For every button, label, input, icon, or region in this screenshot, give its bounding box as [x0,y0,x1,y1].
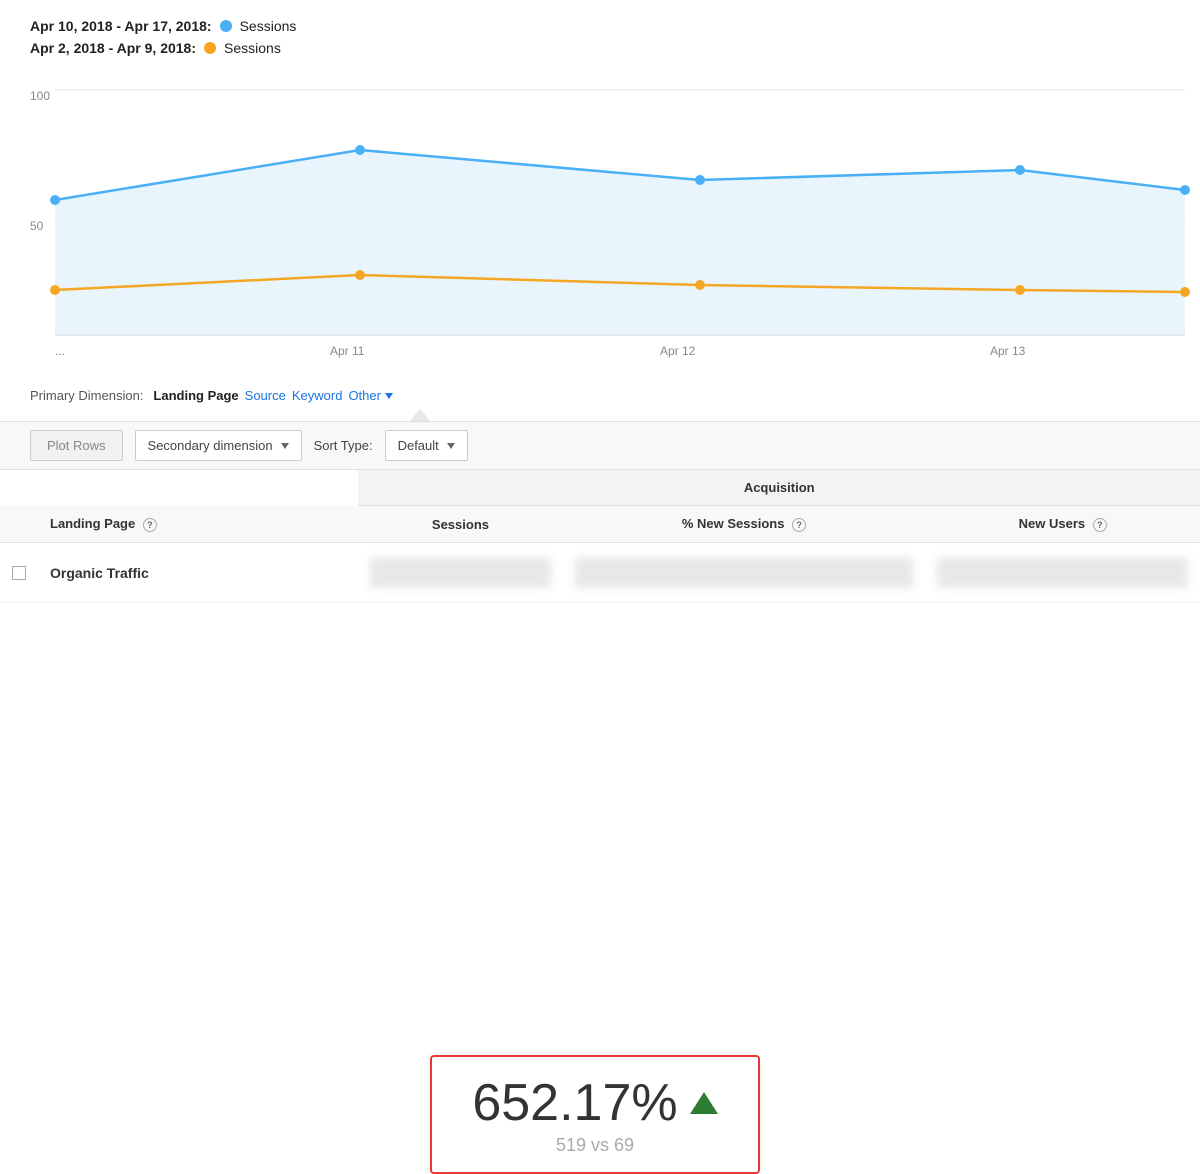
legend-dot-1 [220,20,232,32]
other-dropdown[interactable]: Other [348,388,393,403]
tooltip-sub: 519 vs 69 [556,1135,634,1156]
new-users-help-icon[interactable]: ? [1093,518,1107,532]
new-users-blurred [937,557,1188,588]
legend: Apr 10, 2018 - Apr 17, 2018: Sessions Ap… [0,0,1200,70]
blue-dot-4 [1015,165,1025,175]
row-checkbox[interactable] [12,566,26,580]
legend-dot-2 [204,42,216,54]
secondary-dimension-label: Secondary dimension [148,438,273,453]
x-label-apr13: Apr 13 [990,344,1026,358]
sessions-header: Sessions [358,506,562,543]
triangle-pointer-icon [410,409,430,421]
x-label-apr12: Apr 12 [660,344,696,358]
legend-label-2: Sessions [224,40,281,56]
legend-date-1: Apr 10, 2018 - Apr 17, 2018: [30,18,212,34]
sessions-blurred [370,557,550,588]
row-checkbox-cell[interactable] [0,543,38,603]
landing-page-help-icon[interactable]: ? [143,518,157,532]
legend-label-1: Sessions [240,18,297,34]
legend-row-1: Apr 10, 2018 - Apr 17, 2018: Sessions [30,18,1170,34]
orange-dot-5 [1180,287,1190,297]
sessions-cell [358,543,562,603]
primary-dimension-label: Primary Dimension: [30,388,143,403]
orange-dot-4 [1015,285,1025,295]
keyword-link[interactable]: Keyword [292,388,343,403]
new-users-cell [925,543,1200,603]
secondary-dimension-select[interactable]: Secondary dimension [135,430,302,461]
x-label-dots: ... [55,344,65,358]
secondary-dim-arrow-icon [281,443,289,449]
orange-dot-3 [695,280,705,290]
legend-date-2: Apr 2, 2018 - Apr 9, 2018: [30,40,196,56]
tooltip-value: 652.17% [472,1077,677,1129]
sort-dropdown-arrow-icon [447,443,455,449]
tooltip-up-arrow-icon [690,1092,718,1114]
checkbox-header [0,506,38,543]
data-table: Acquisition Landing Page ? Sessions % Ne… [0,470,1200,603]
toolbar: Plot Rows Secondary dimension Sort Type:… [0,421,1200,470]
x-label-apr11: Apr 11 [330,344,365,358]
other-dropdown-arrow-icon [385,393,393,399]
orange-dot-1 [50,285,60,295]
tooltip-overlay: 652.17% 519 vs 69 [430,1055,760,1174]
table-row: Organic Traffic [0,543,1200,603]
line-chart: 100 50 ... Apr 11 Apr 12 Apr 13 [0,70,1200,370]
landing-page-cell: Organic Traffic [38,543,358,603]
tooltip-main: 652.17% [472,1077,717,1129]
blue-dot-2 [355,145,365,155]
legend-row-2: Apr 2, 2018 - Apr 9, 2018: Sessions [30,40,1170,56]
landing-page-header: Landing Page ? [38,506,358,543]
blue-dot-5 [1180,185,1190,195]
plot-rows-button[interactable]: Plot Rows [30,430,123,461]
pct-new-sessions-blurred [575,557,914,588]
triangle-pointer-container [0,409,1200,421]
primary-dimension-active: Landing Page [153,388,238,403]
primary-dimension-bar: Primary Dimension: Landing Page Source K… [0,370,1200,407]
pct-new-sessions-cell [563,543,926,603]
blue-dot-1 [50,195,60,205]
pct-new-sessions-header: % New Sessions ? [563,506,926,543]
y-label-50: 50 [30,219,44,233]
sort-type-value: Default [398,438,439,453]
orange-dot-2 [355,270,365,280]
other-link-label: Other [348,388,381,403]
new-users-header: New Users ? [925,506,1200,543]
sort-type-select[interactable]: Default [385,430,468,461]
y-label-100: 100 [30,89,50,103]
pct-new-sessions-help-icon[interactable]: ? [792,518,806,532]
source-link[interactable]: Source [245,388,286,403]
blue-dot-3 [695,175,705,185]
acquisition-header: Acquisition [358,470,1200,506]
sort-type-label: Sort Type: [314,438,373,453]
